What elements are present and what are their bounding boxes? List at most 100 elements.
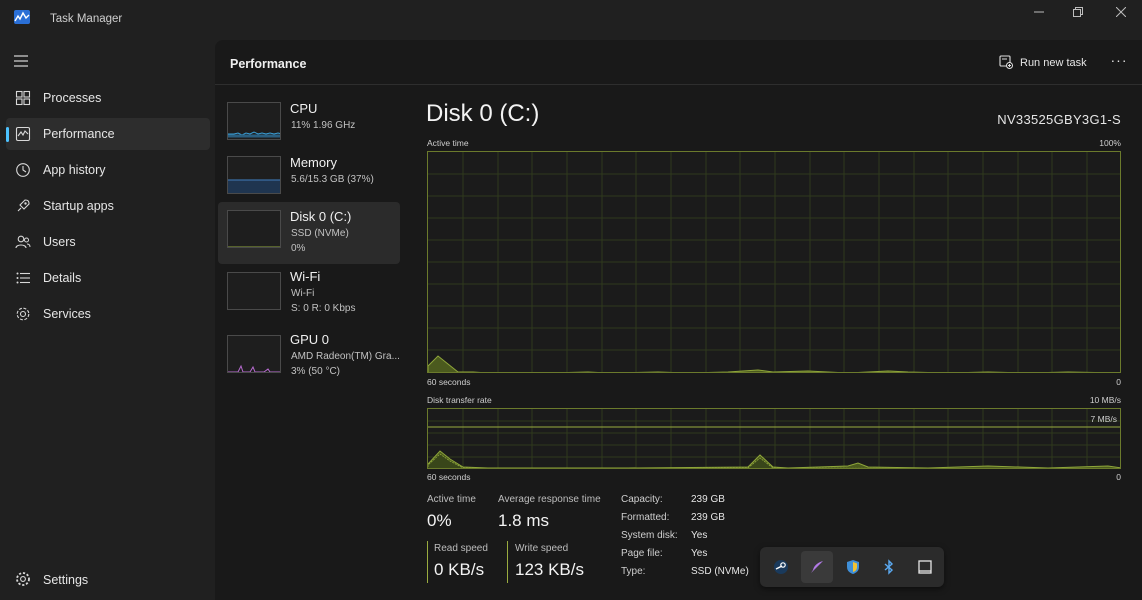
device-item-gpu[interactable]: GPU 0 AMD Radeon(TM) Gra... 3% (50 °C)	[218, 329, 400, 391]
processes-icon	[15, 90, 31, 106]
services-icon	[16, 307, 30, 321]
device-stat: 5.6/15.3 GB (37%)	[291, 174, 374, 185]
minimize-icon	[1034, 11, 1044, 13]
disk-model: NV33525GBY3G1-S	[997, 112, 1121, 127]
bluetooth-icon	[884, 559, 894, 575]
task-manager-icon	[14, 10, 30, 24]
active-time-graph	[427, 151, 1121, 373]
device-name: Disk 0 (C:)	[290, 209, 352, 224]
sidebar-item-details[interactable]: Details	[6, 262, 210, 294]
sidebar-item-label: Services	[43, 307, 91, 321]
restore-icon	[1073, 7, 1083, 17]
run-new-task-icon	[999, 55, 1013, 69]
device-stat: S: 0 R: 0 Kbps	[291, 303, 356, 314]
device-name: GPU 0	[290, 332, 330, 347]
minimize-button[interactable]	[1024, 4, 1054, 24]
active-time-graph-label: Active time	[427, 138, 469, 148]
tray-security[interactable]	[837, 551, 869, 583]
page-file-label: Page file:	[621, 548, 663, 559]
disk-thumbnail	[227, 210, 281, 248]
device-stat: 3% (50 °C)	[291, 366, 341, 377]
device-item-disk[interactable]: Disk 0 (C:) SSD (NVMe) 0%	[218, 202, 400, 264]
active-time-label: Active time	[427, 494, 476, 505]
window-icon	[918, 560, 932, 574]
sidebar-item-app-history[interactable]: App history	[6, 154, 210, 186]
restore-button[interactable]	[1063, 4, 1093, 24]
device-name: Wi-Fi	[290, 269, 321, 284]
device-stat: SSD (NVMe)	[291, 228, 349, 239]
formatted-label: Formatted:	[621, 512, 670, 523]
run-new-task-button[interactable]: Run new task	[995, 52, 1090, 74]
avg-response-label: Average response time	[498, 494, 601, 505]
sidebar-item-label: App history	[43, 163, 106, 177]
capacity-label: Capacity:	[621, 494, 663, 505]
tray-steam[interactable]	[765, 551, 797, 583]
avg-response-value: 1.8 ms	[498, 511, 550, 530]
settings-label: Settings	[43, 573, 89, 587]
sidebar-item-services[interactable]: Services	[6, 298, 210, 330]
formatted-value: 239 GB	[691, 512, 725, 523]
memory-thumbnail	[227, 156, 281, 194]
app-history-icon	[16, 163, 30, 177]
sidebar-item-users[interactable]: Users	[6, 226, 210, 258]
transfer-rate-graph-min: 0	[1116, 472, 1121, 482]
page-file-value: Yes	[691, 548, 708, 559]
write-speed-value: 123 KB/s	[515, 560, 584, 579]
sidebar-item-label: Performance	[43, 127, 115, 141]
tray-feather-app[interactable]	[801, 551, 833, 583]
sidebar-item-settings[interactable]: Settings	[6, 563, 210, 595]
device-name: Memory	[290, 155, 337, 170]
active-time-graph-min: 0	[1116, 377, 1121, 387]
feather-app-icon	[811, 561, 823, 573]
page-header: Performance Run new task ···	[215, 40, 1142, 85]
close-icon	[1115, 6, 1127, 18]
active-time-chart	[428, 152, 1120, 372]
disk-title: Disk 0 (C:)	[426, 100, 540, 127]
read-speed-value: 0 KB/s	[434, 560, 485, 579]
run-new-task-label: Run new task	[1020, 57, 1087, 69]
users-icon	[15, 235, 31, 249]
active-time-value: 0%	[427, 511, 452, 530]
read-speed-indicator	[427, 541, 428, 583]
window-title: Task Manager	[50, 13, 123, 25]
sidebar-item-processes[interactable]: Processes	[6, 82, 210, 114]
more-options-button[interactable]: ···	[1109, 53, 1129, 73]
gear-icon	[16, 572, 30, 586]
read-speed-label: Read speed	[434, 543, 488, 554]
device-stat: 11% 1.96 GHz	[291, 120, 356, 131]
sidebar-item-performance[interactable]: Performance	[6, 118, 210, 150]
title-bar: Task Manager	[0, 0, 1142, 40]
transfer-rate-graph: 7 MB/s	[427, 408, 1121, 469]
performance-panel: Performance Run new task ··· CPU 11% 1.9…	[215, 40, 1142, 600]
gpu-thumbnail	[227, 335, 281, 373]
wifi-thumbnail	[227, 272, 281, 310]
sidebar-item-startup-apps[interactable]: Startup apps	[6, 190, 210, 222]
type-value: SSD (NVMe)	[691, 566, 749, 577]
transfer-rate-graph-duration: 60 seconds	[427, 472, 471, 482]
close-button[interactable]	[1106, 4, 1136, 24]
capacity-value: 239 GB	[691, 494, 725, 505]
device-stat: Wi-Fi	[291, 288, 315, 299]
details-icon	[16, 272, 30, 284]
security-shield-icon	[847, 560, 859, 574]
transfer-rate-chart	[428, 409, 1120, 468]
device-stat: 0%	[291, 243, 306, 254]
sidebar-item-label: Startup apps	[43, 199, 114, 213]
active-time-graph-max: 100%	[1099, 138, 1121, 148]
type-label: Type:	[621, 566, 646, 577]
sidebar-item-label: Users	[43, 235, 76, 249]
device-item-wifi[interactable]: Wi-Fi Wi-Fi S: 0 R: 0 Kbps	[218, 266, 400, 328]
active-indicator	[6, 127, 9, 142]
active-time-graph-duration: 60 seconds	[427, 377, 471, 387]
tray-window[interactable]	[909, 551, 941, 583]
tray-bluetooth[interactable]	[873, 551, 905, 583]
system-disk-value: Yes	[691, 530, 708, 541]
tray-overflow-popup	[760, 547, 944, 587]
page-title: Performance	[230, 57, 307, 71]
transfer-rate-graph-label: Disk transfer rate	[427, 395, 492, 405]
device-stat: AMD Radeon(TM) Gra...	[291, 351, 400, 362]
transfer-rate-line-label: 7 MB/s	[1090, 414, 1117, 424]
device-item-cpu[interactable]: CPU 11% 1.96 GHz	[218, 98, 400, 160]
hamburger-menu-icon[interactable]	[13, 55, 29, 67]
performance-icon	[15, 126, 31, 142]
